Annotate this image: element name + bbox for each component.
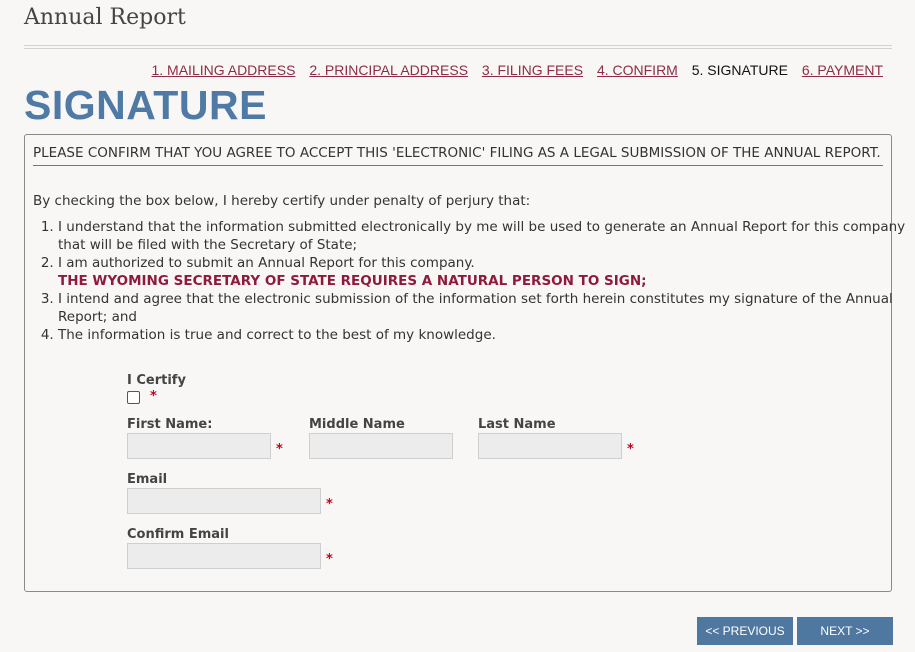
last-name-label: Last Name (478, 417, 556, 432)
step-mailing-address[interactable]: 1. MAILING ADDRESS (151, 62, 295, 78)
natural-person-warning: THE WYOMING SECRETARY OF STATE REQUIRES … (58, 273, 647, 289)
last-name-field[interactable] (478, 433, 622, 459)
middle-name-label: Middle Name (309, 417, 405, 432)
email-field[interactable] (127, 488, 321, 514)
first-name-label: First Name: (127, 417, 213, 432)
certify-checkbox[interactable] (127, 391, 140, 404)
middle-name-field[interactable] (309, 433, 453, 459)
confirm-statement: PLEASE CONFIRM THAT YOU AGREE TO ACCEPT … (33, 145, 883, 166)
required-marker: * (627, 442, 634, 457)
step-signature-current: 5. SIGNATURE (691, 62, 788, 78)
required-marker: * (276, 442, 283, 457)
required-marker: * (326, 497, 333, 512)
confirm-email-label: Confirm Email (127, 527, 229, 542)
step-navigation: 1. MAILING ADDRESS 2. PRINCIPAL ADDRESS … (141, 62, 883, 78)
section-heading: SIGNATURE (24, 82, 267, 128)
certify-intro: By checking the box below, I hereby cert… (33, 193, 531, 209)
certify-label: I Certify (127, 373, 186, 388)
step-confirm[interactable]: 4. CONFIRM (597, 62, 678, 78)
previous-button[interactable]: << PREVIOUS (697, 617, 793, 645)
required-marker: * (150, 389, 157, 404)
certification-item: I am authorized to submit an Annual Repo… (58, 254, 908, 290)
certification-item: The information is true and correct to t… (58, 326, 908, 344)
signature-panel: PLEASE CONFIRM THAT YOU AGREE TO ACCEPT … (24, 134, 905, 592)
certification-list: I understand that the information submit… (33, 218, 908, 344)
certification-item: I understand that the information submit… (58, 218, 908, 254)
step-filing-fees[interactable]: 3. FILING FEES (482, 62, 583, 78)
step-payment[interactable]: 6. PAYMENT (802, 62, 883, 78)
email-label: Email (127, 472, 168, 487)
step-principal-address[interactable]: 2. PRINCIPAL ADDRESS (309, 62, 468, 78)
required-marker: * (326, 552, 333, 567)
next-button[interactable]: NEXT >> (797, 617, 893, 645)
page-title: Annual Report (24, 5, 186, 30)
title-divider (24, 45, 892, 49)
first-name-field[interactable] (127, 433, 271, 459)
confirm-email-field[interactable] (127, 543, 321, 569)
certification-item: I intend and agree that the electronic s… (58, 290, 908, 326)
